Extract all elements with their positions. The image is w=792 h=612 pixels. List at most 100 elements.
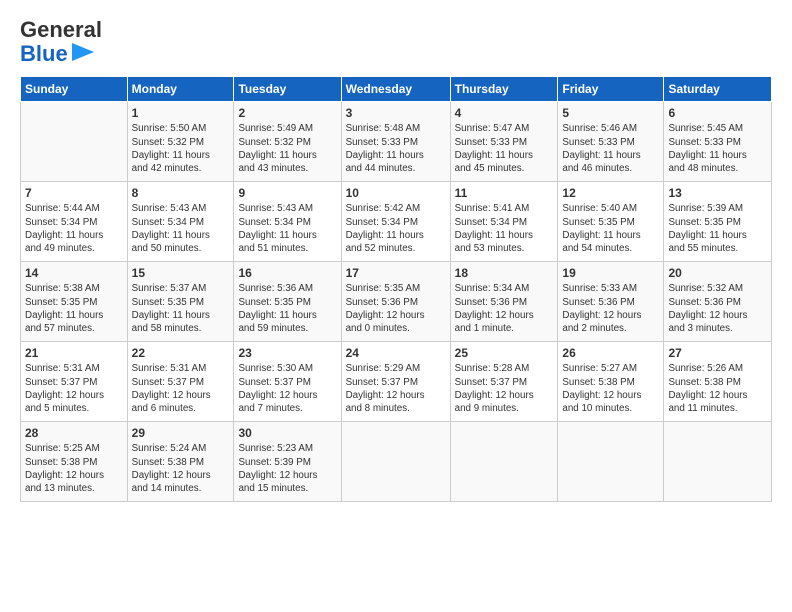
day-cell: 12 Sunrise: 5:40 AM Sunset: 5:35 PM Dayli…	[558, 182, 664, 262]
day-number: 21	[25, 346, 123, 360]
week-row-5: 28 Sunrise: 5:25 AM Sunset: 5:38 PM Dayli…	[21, 422, 772, 502]
day-number: 3	[346, 106, 446, 120]
day-cell: 21 Sunrise: 5:31 AM Sunset: 5:37 PM Dayli…	[21, 342, 128, 422]
day-info: Sunrise: 5:42 AM Sunset: 5:34 PM Dayligh…	[346, 202, 446, 255]
day-cell: 14 Sunrise: 5:38 AM Sunset: 5:35 PM Dayli…	[21, 262, 128, 342]
day-number: 11	[455, 186, 554, 200]
day-info: Sunrise: 5:41 AM Sunset: 5:34 PM Dayligh…	[455, 202, 554, 255]
day-info: Sunrise: 5:25 AM Sunset: 5:38 PM Dayligh…	[25, 442, 123, 495]
day-number: 26	[562, 346, 659, 360]
day-number: 13	[668, 186, 767, 200]
day-number: 14	[25, 266, 123, 280]
day-cell	[558, 422, 664, 502]
day-cell: 20Sunrise: 5:32 AM Sunset: 5:36 PM Dayli…	[664, 262, 772, 342]
day-cell	[341, 422, 450, 502]
logo-general: General	[20, 18, 102, 42]
day-number: 12	[562, 186, 659, 200]
day-number: 8	[132, 186, 230, 200]
day-cell: 18Sunrise: 5:34 AM Sunset: 5:36 PM Dayli…	[450, 262, 558, 342]
day-info: Sunrise: 5:23 AM Sunset: 5:39 PM Dayligh…	[238, 442, 336, 495]
day-cell: 5 Sunrise: 5:46 AM Sunset: 5:33 PM Daylig…	[558, 102, 664, 182]
day-info: Sunrise: 5:43 AM Sunset: 5:34 PM Dayligh…	[132, 202, 230, 255]
logo-blue: Blue	[20, 42, 68, 66]
week-row-3: 14 Sunrise: 5:38 AM Sunset: 5:35 PM Dayli…	[21, 262, 772, 342]
day-info: Sunrise: 5:36 AM Sunset: 5:35 PM Dayligh…	[238, 282, 336, 335]
day-number: 27	[668, 346, 767, 360]
day-cell: 6Sunrise: 5:45 AM Sunset: 5:33 PM Daylig…	[664, 102, 772, 182]
day-cell: 3 Sunrise: 5:48 AM Sunset: 5:33 PM Daylig…	[341, 102, 450, 182]
day-number: 2	[238, 106, 336, 120]
day-info: Sunrise: 5:43 AM Sunset: 5:34 PM Dayligh…	[238, 202, 336, 255]
week-row-4: 21 Sunrise: 5:31 AM Sunset: 5:37 PM Dayli…	[21, 342, 772, 422]
day-cell: 1Sunrise: 5:50 AM Sunset: 5:32 PM Daylig…	[127, 102, 234, 182]
day-info: Sunrise: 5:26 AM Sunset: 5:38 PM Dayligh…	[668, 362, 767, 415]
day-cell: 27 Sunrise: 5:26 AM Sunset: 5:38 PM Dayli…	[664, 342, 772, 422]
day-info: Sunrise: 5:47 AM Sunset: 5:33 PM Dayligh…	[455, 122, 554, 175]
day-number: 28	[25, 426, 123, 440]
day-cell: 24 Sunrise: 5:29 AM Sunset: 5:37 PM Dayli…	[341, 342, 450, 422]
col-header-monday: Monday	[127, 77, 234, 102]
day-info: Sunrise: 5:35 AM Sunset: 5:36 PM Dayligh…	[346, 282, 446, 335]
day-info: Sunrise: 5:38 AM Sunset: 5:35 PM Dayligh…	[25, 282, 123, 335]
calendar-table: SundayMondayTuesdayWednesdayThursdayFrid…	[20, 76, 772, 502]
day-cell: 11 Sunrise: 5:41 AM Sunset: 5:34 PM Dayli…	[450, 182, 558, 262]
day-number: 29	[132, 426, 230, 440]
day-info: Sunrise: 5:32 AM Sunset: 5:36 PM Dayligh…	[668, 282, 767, 335]
day-info: Sunrise: 5:48 AM Sunset: 5:33 PM Dayligh…	[346, 122, 446, 175]
day-number: 4	[455, 106, 554, 120]
day-cell: 17 Sunrise: 5:35 AM Sunset: 5:36 PM Dayli…	[341, 262, 450, 342]
day-cell: 9 Sunrise: 5:43 AM Sunset: 5:34 PM Daylig…	[234, 182, 341, 262]
logo: General Blue	[20, 18, 102, 66]
day-info: Sunrise: 5:27 AM Sunset: 5:38 PM Dayligh…	[562, 362, 659, 415]
page: General Blue SundayMondayTuesdayWednesda…	[0, 0, 792, 612]
logo-arrow-icon	[72, 43, 94, 61]
day-info: Sunrise: 5:46 AM Sunset: 5:33 PM Dayligh…	[562, 122, 659, 175]
day-cell: 29 Sunrise: 5:24 AM Sunset: 5:38 PM Dayli…	[127, 422, 234, 502]
day-cell: 10 Sunrise: 5:42 AM Sunset: 5:34 PM Dayli…	[341, 182, 450, 262]
day-number: 5	[562, 106, 659, 120]
col-header-tuesday: Tuesday	[234, 77, 341, 102]
day-cell: 23 Sunrise: 5:30 AM Sunset: 5:37 PM Dayli…	[234, 342, 341, 422]
day-info: Sunrise: 5:49 AM Sunset: 5:32 PM Dayligh…	[238, 122, 336, 175]
day-number: 7	[25, 186, 123, 200]
day-info: Sunrise: 5:33 AM Sunset: 5:36 PM Dayligh…	[562, 282, 659, 335]
day-cell: 28 Sunrise: 5:25 AM Sunset: 5:38 PM Dayli…	[21, 422, 128, 502]
week-row-2: 7 Sunrise: 5:44 AM Sunset: 5:34 PM Daylig…	[21, 182, 772, 262]
day-number: 25	[455, 346, 554, 360]
day-info: Sunrise: 5:40 AM Sunset: 5:35 PM Dayligh…	[562, 202, 659, 255]
day-info: Sunrise: 5:37 AM Sunset: 5:35 PM Dayligh…	[132, 282, 230, 335]
day-cell	[21, 102, 128, 182]
day-info: Sunrise: 5:34 AM Sunset: 5:36 PM Dayligh…	[455, 282, 554, 335]
day-info: Sunrise: 5:28 AM Sunset: 5:37 PM Dayligh…	[455, 362, 554, 415]
day-cell: 7 Sunrise: 5:44 AM Sunset: 5:34 PM Daylig…	[21, 182, 128, 262]
day-number: 9	[238, 186, 336, 200]
day-cell: 8 Sunrise: 5:43 AM Sunset: 5:34 PM Daylig…	[127, 182, 234, 262]
col-header-friday: Friday	[558, 77, 664, 102]
day-info: Sunrise: 5:45 AM Sunset: 5:33 PM Dayligh…	[668, 122, 767, 175]
day-info: Sunrise: 5:50 AM Sunset: 5:32 PM Dayligh…	[132, 122, 230, 175]
day-number: 24	[346, 346, 446, 360]
day-info: Sunrise: 5:31 AM Sunset: 5:37 PM Dayligh…	[132, 362, 230, 415]
day-number: 15	[132, 266, 230, 280]
col-header-saturday: Saturday	[664, 77, 772, 102]
day-number: 10	[346, 186, 446, 200]
day-number: 23	[238, 346, 336, 360]
col-header-wednesday: Wednesday	[341, 77, 450, 102]
day-info: Sunrise: 5:44 AM Sunset: 5:34 PM Dayligh…	[25, 202, 123, 255]
day-cell: 13Sunrise: 5:39 AM Sunset: 5:35 PM Dayli…	[664, 182, 772, 262]
header: General Blue	[20, 18, 772, 66]
day-info: Sunrise: 5:30 AM Sunset: 5:37 PM Dayligh…	[238, 362, 336, 415]
day-cell: 30 Sunrise: 5:23 AM Sunset: 5:39 PM Dayli…	[234, 422, 341, 502]
col-header-thursday: Thursday	[450, 77, 558, 102]
day-cell: 15 Sunrise: 5:37 AM Sunset: 5:35 PM Dayli…	[127, 262, 234, 342]
day-number: 19	[562, 266, 659, 280]
day-info: Sunrise: 5:31 AM Sunset: 5:37 PM Dayligh…	[25, 362, 123, 415]
day-number: 17	[346, 266, 446, 280]
day-cell: 26 Sunrise: 5:27 AM Sunset: 5:38 PM Dayli…	[558, 342, 664, 422]
header-row: SundayMondayTuesdayWednesdayThursdayFrid…	[21, 77, 772, 102]
day-number: 30	[238, 426, 336, 440]
day-cell: 4 Sunrise: 5:47 AM Sunset: 5:33 PM Daylig…	[450, 102, 558, 182]
day-info: Sunrise: 5:24 AM Sunset: 5:38 PM Dayligh…	[132, 442, 230, 495]
day-info: Sunrise: 5:29 AM Sunset: 5:37 PM Dayligh…	[346, 362, 446, 415]
day-number: 22	[132, 346, 230, 360]
